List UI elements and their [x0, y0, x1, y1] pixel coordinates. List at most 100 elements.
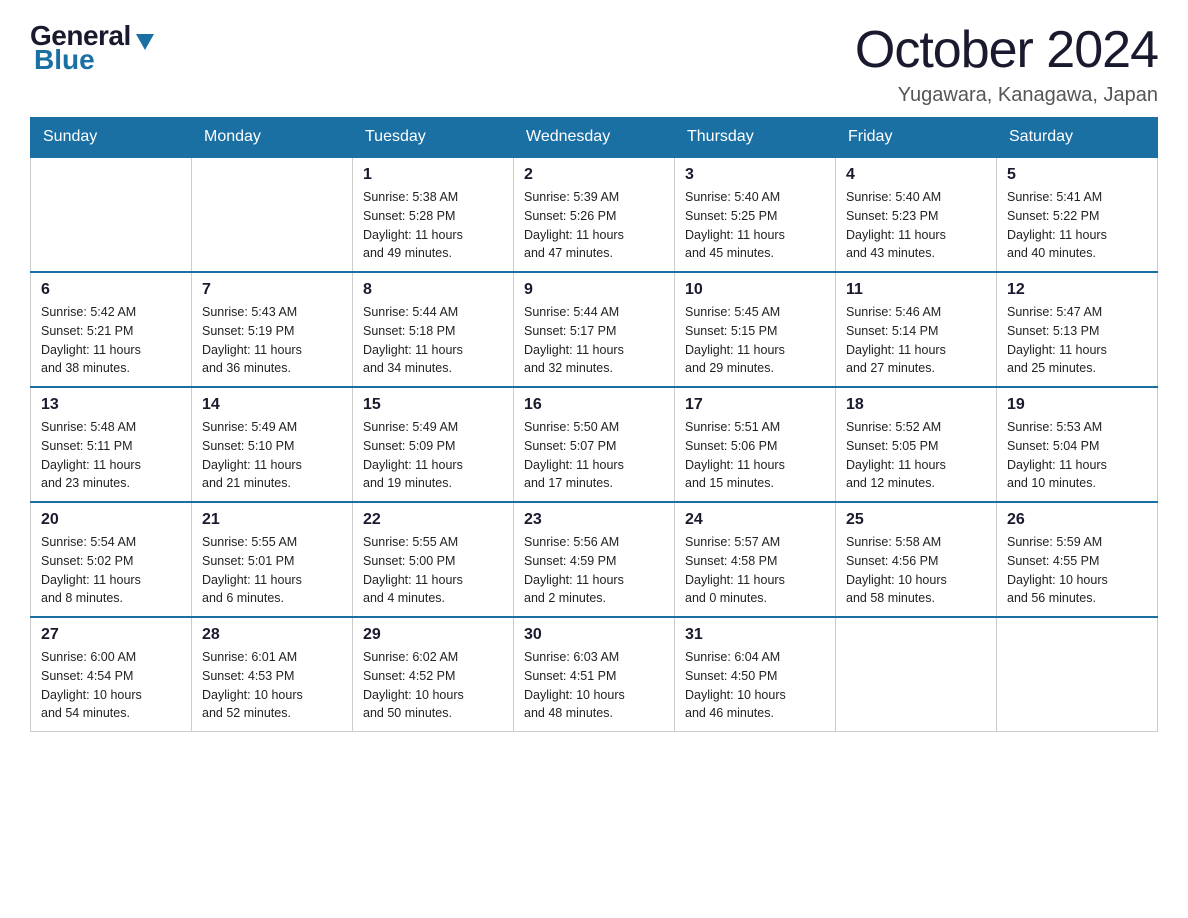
day-info: Sunrise: 5:58 AM Sunset: 4:56 PM Dayligh… [846, 533, 986, 608]
calendar-cell: 22 Sunrise: 5:55 AM Sunset: 5:00 PM Dayli… [353, 502, 514, 617]
location: Yugawara, Kanagawa, Japan [855, 84, 1158, 107]
day-info: Sunrise: 6:00 AM Sunset: 4:54 PM Dayligh… [41, 648, 181, 723]
day-number: 10 [685, 281, 825, 299]
calendar-table: SundayMondayTuesdayWednesdayThursdayFrid… [30, 117, 1158, 732]
day-info: Sunrise: 5:40 AM Sunset: 5:25 PM Dayligh… [685, 188, 825, 263]
calendar-cell: 5 Sunrise: 5:41 AM Sunset: 5:22 PM Daylig… [997, 157, 1158, 272]
calendar-week-5: 27 Sunrise: 6:00 AM Sunset: 4:54 PM Dayli… [31, 617, 1158, 732]
calendar-cell: 21Sunrise: 5:55 AM Sunset: 5:01 PM Dayli… [192, 502, 353, 617]
day-number: 21 [202, 511, 342, 529]
day-number: 19 [1007, 396, 1147, 414]
day-info: Sunrise: 5:48 AM Sunset: 5:11 PM Dayligh… [41, 418, 181, 493]
page-header: General Blue October 2024 Yugawara, Kana… [30, 20, 1158, 107]
calendar-cell: 1 Sunrise: 5:38 AM Sunset: 5:28 PM Daylig… [353, 157, 514, 272]
day-number: 15 [363, 396, 503, 414]
calendar-cell: 29 Sunrise: 6:02 AM Sunset: 4:52 PM Dayli… [353, 617, 514, 732]
calendar-cell: 23 Sunrise: 5:56 AM Sunset: 4:59 PM Dayli… [514, 502, 675, 617]
calendar-cell: 18 Sunrise: 5:52 AM Sunset: 5:05 PM Dayli… [836, 387, 997, 502]
calendar-week-2: 6 Sunrise: 5:42 AM Sunset: 5:21 PM Daylig… [31, 272, 1158, 387]
day-info: Sunrise: 5:52 AM Sunset: 5:05 PM Dayligh… [846, 418, 986, 493]
day-info: Sunrise: 5:44 AM Sunset: 5:18 PM Dayligh… [363, 303, 503, 378]
calendar-header-wednesday: Wednesday [514, 118, 675, 158]
calendar-cell: 14 Sunrise: 5:49 AM Sunset: 5:10 PM Dayli… [192, 387, 353, 502]
calendar-header-row: SundayMondayTuesdayWednesdayThursdayFrid… [31, 118, 1158, 158]
day-number: 3 [685, 166, 825, 184]
calendar-cell [192, 157, 353, 272]
calendar-cell: 11Sunrise: 5:46 AM Sunset: 5:14 PM Dayli… [836, 272, 997, 387]
day-info: Sunrise: 5:59 AM Sunset: 4:55 PM Dayligh… [1007, 533, 1147, 608]
day-info: Sunrise: 5:50 AM Sunset: 5:07 PM Dayligh… [524, 418, 664, 493]
calendar-cell: 28Sunrise: 6:01 AM Sunset: 4:53 PM Dayli… [192, 617, 353, 732]
day-info: Sunrise: 5:45 AM Sunset: 5:15 PM Dayligh… [685, 303, 825, 378]
day-number: 11 [846, 281, 986, 299]
day-info: Sunrise: 5:49 AM Sunset: 5:09 PM Dayligh… [363, 418, 503, 493]
calendar-cell: 19 Sunrise: 5:53 AM Sunset: 5:04 PM Dayli… [997, 387, 1158, 502]
calendar-header-monday: Monday [192, 118, 353, 158]
day-info: Sunrise: 6:02 AM Sunset: 4:52 PM Dayligh… [363, 648, 503, 723]
day-number: 6 [41, 281, 181, 299]
day-number: 27 [41, 626, 181, 644]
calendar-cell: 24 Sunrise: 5:57 AM Sunset: 4:58 PM Dayli… [675, 502, 836, 617]
day-info: Sunrise: 5:41 AM Sunset: 5:22 PM Dayligh… [1007, 188, 1147, 263]
day-info: Sunrise: 5:47 AM Sunset: 5:13 PM Dayligh… [1007, 303, 1147, 378]
day-info: Sunrise: 5:53 AM Sunset: 5:04 PM Dayligh… [1007, 418, 1147, 493]
calendar-cell: 20Sunrise: 5:54 AM Sunset: 5:02 PM Dayli… [31, 502, 192, 617]
calendar-cell: 25 Sunrise: 5:58 AM Sunset: 4:56 PM Dayli… [836, 502, 997, 617]
day-number: 29 [363, 626, 503, 644]
calendar-cell: 7 Sunrise: 5:43 AM Sunset: 5:19 PM Daylig… [192, 272, 353, 387]
calendar-cell: 13 Sunrise: 5:48 AM Sunset: 5:11 PM Dayli… [31, 387, 192, 502]
calendar-week-3: 13 Sunrise: 5:48 AM Sunset: 5:11 PM Dayli… [31, 387, 1158, 502]
day-info: Sunrise: 5:56 AM Sunset: 4:59 PM Dayligh… [524, 533, 664, 608]
month-title: October 2024 [855, 20, 1158, 80]
day-number: 5 [1007, 166, 1147, 184]
day-number: 25 [846, 511, 986, 529]
day-number: 9 [524, 281, 664, 299]
day-number: 7 [202, 281, 342, 299]
title-section: October 2024 Yugawara, Kanagawa, Japan [855, 20, 1158, 107]
day-info: Sunrise: 5:55 AM Sunset: 5:00 PM Dayligh… [363, 533, 503, 608]
day-info: Sunrise: 5:38 AM Sunset: 5:28 PM Dayligh… [363, 188, 503, 263]
day-number: 26 [1007, 511, 1147, 529]
calendar-cell: 31 Sunrise: 6:04 AM Sunset: 4:50 PM Dayli… [675, 617, 836, 732]
calendar-cell: 15 Sunrise: 5:49 AM Sunset: 5:09 PM Dayli… [353, 387, 514, 502]
calendar-cell: 10 Sunrise: 5:45 AM Sunset: 5:15 PM Dayli… [675, 272, 836, 387]
day-number: 14 [202, 396, 342, 414]
day-number: 24 [685, 511, 825, 529]
day-info: Sunrise: 5:42 AM Sunset: 5:21 PM Dayligh… [41, 303, 181, 378]
calendar-cell: 8Sunrise: 5:44 AM Sunset: 5:18 PM Daylig… [353, 272, 514, 387]
day-number: 30 [524, 626, 664, 644]
day-number: 13 [41, 396, 181, 414]
day-info: Sunrise: 6:01 AM Sunset: 4:53 PM Dayligh… [202, 648, 342, 723]
calendar-week-4: 20Sunrise: 5:54 AM Sunset: 5:02 PM Dayli… [31, 502, 1158, 617]
day-number: 22 [363, 511, 503, 529]
calendar-cell: 4Sunrise: 5:40 AM Sunset: 5:23 PM Daylig… [836, 157, 997, 272]
day-number: 17 [685, 396, 825, 414]
calendar-header-sunday: Sunday [31, 118, 192, 158]
day-number: 4 [846, 166, 986, 184]
day-number: 31 [685, 626, 825, 644]
calendar-cell [31, 157, 192, 272]
day-number: 20 [41, 511, 181, 529]
day-number: 23 [524, 511, 664, 529]
day-info: Sunrise: 5:51 AM Sunset: 5:06 PM Dayligh… [685, 418, 825, 493]
calendar-cell [836, 617, 997, 732]
calendar-cell [997, 617, 1158, 732]
day-info: Sunrise: 5:39 AM Sunset: 5:26 PM Dayligh… [524, 188, 664, 263]
logo-blue-text: Blue [34, 44, 95, 76]
calendar-cell: 6 Sunrise: 5:42 AM Sunset: 5:21 PM Daylig… [31, 272, 192, 387]
calendar-header-tuesday: Tuesday [353, 118, 514, 158]
day-number: 12 [1007, 281, 1147, 299]
calendar-week-1: 1 Sunrise: 5:38 AM Sunset: 5:28 PM Daylig… [31, 157, 1158, 272]
logo: General Blue [30, 20, 154, 76]
day-info: Sunrise: 5:57 AM Sunset: 4:58 PM Dayligh… [685, 533, 825, 608]
calendar-cell: 16Sunrise: 5:50 AM Sunset: 5:07 PM Dayli… [514, 387, 675, 502]
calendar-cell: 26 Sunrise: 5:59 AM Sunset: 4:55 PM Dayli… [997, 502, 1158, 617]
day-info: Sunrise: 5:44 AM Sunset: 5:17 PM Dayligh… [524, 303, 664, 378]
day-info: Sunrise: 6:04 AM Sunset: 4:50 PM Dayligh… [685, 648, 825, 723]
day-info: Sunrise: 5:43 AM Sunset: 5:19 PM Dayligh… [202, 303, 342, 378]
day-number: 1 [363, 166, 503, 184]
day-number: 18 [846, 396, 986, 414]
calendar-cell: 17 Sunrise: 5:51 AM Sunset: 5:06 PM Dayli… [675, 387, 836, 502]
day-number: 2 [524, 166, 664, 184]
day-info: Sunrise: 5:49 AM Sunset: 5:10 PM Dayligh… [202, 418, 342, 493]
